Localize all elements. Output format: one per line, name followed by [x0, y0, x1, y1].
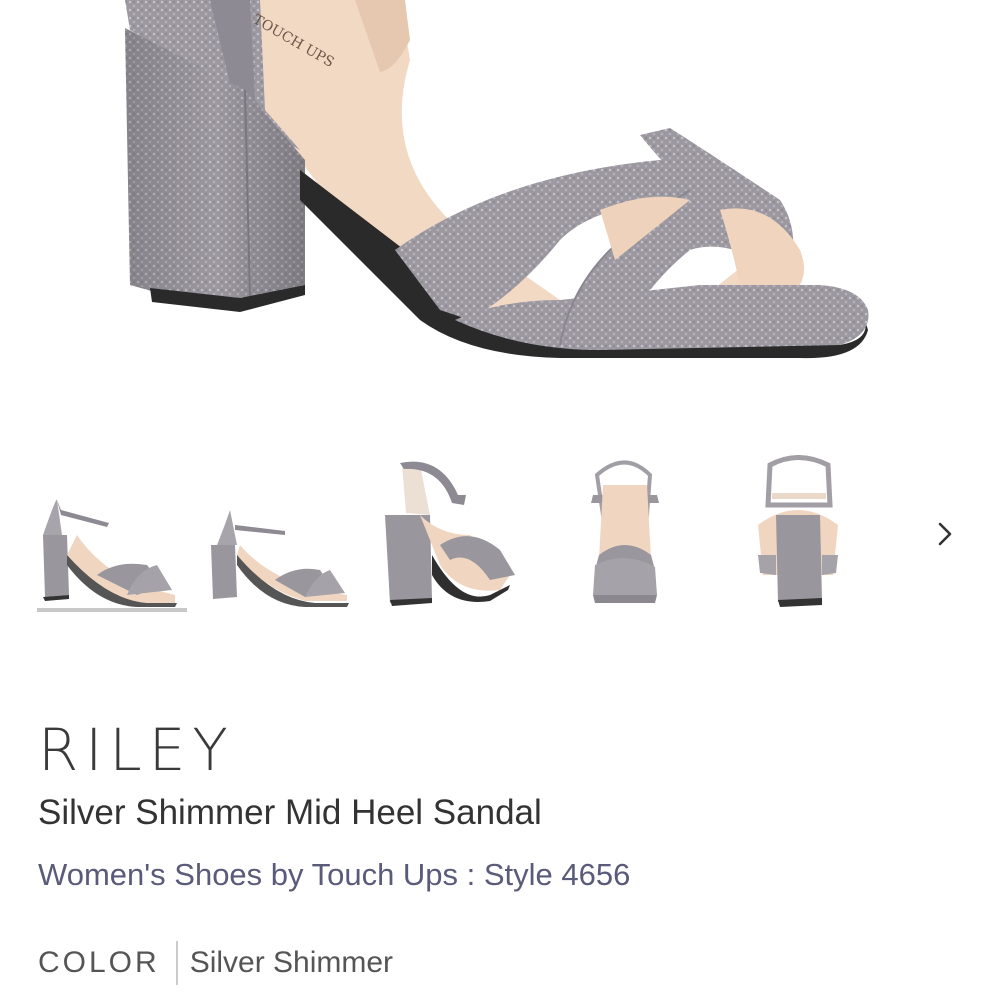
product-subtitle: Silver Shimmer Mid Heel Sandal	[38, 793, 542, 832]
product-hero-image[interactable]: TOUCH UPS	[0, 0, 1000, 430]
color-label: COLOR	[38, 946, 160, 979]
thumbnail-side-view[interactable]	[37, 455, 187, 612]
thumbnail-side-view-small[interactable]	[205, 455, 355, 610]
chevron-right-icon[interactable]	[928, 517, 962, 551]
color-divider	[175, 941, 178, 985]
thumbnail-front-view[interactable]	[555, 455, 705, 610]
product-name: RILEY	[38, 716, 235, 784]
thumbnail-gallery	[0, 455, 1000, 625]
thumbnail-three-quarter-view[interactable]	[380, 455, 530, 610]
color-value: Silver Shimmer	[189, 946, 394, 979]
product-brand-style: Women's Shoes by Touch Ups : Style 4656	[38, 857, 631, 892]
thumbnail-back-view[interactable]	[728, 455, 878, 610]
product-info: RILEY Silver Shimmer Mid Heel Sandal Wom…	[38, 715, 968, 985]
color-selector: COLOR Silver Shimmer	[38, 941, 968, 985]
